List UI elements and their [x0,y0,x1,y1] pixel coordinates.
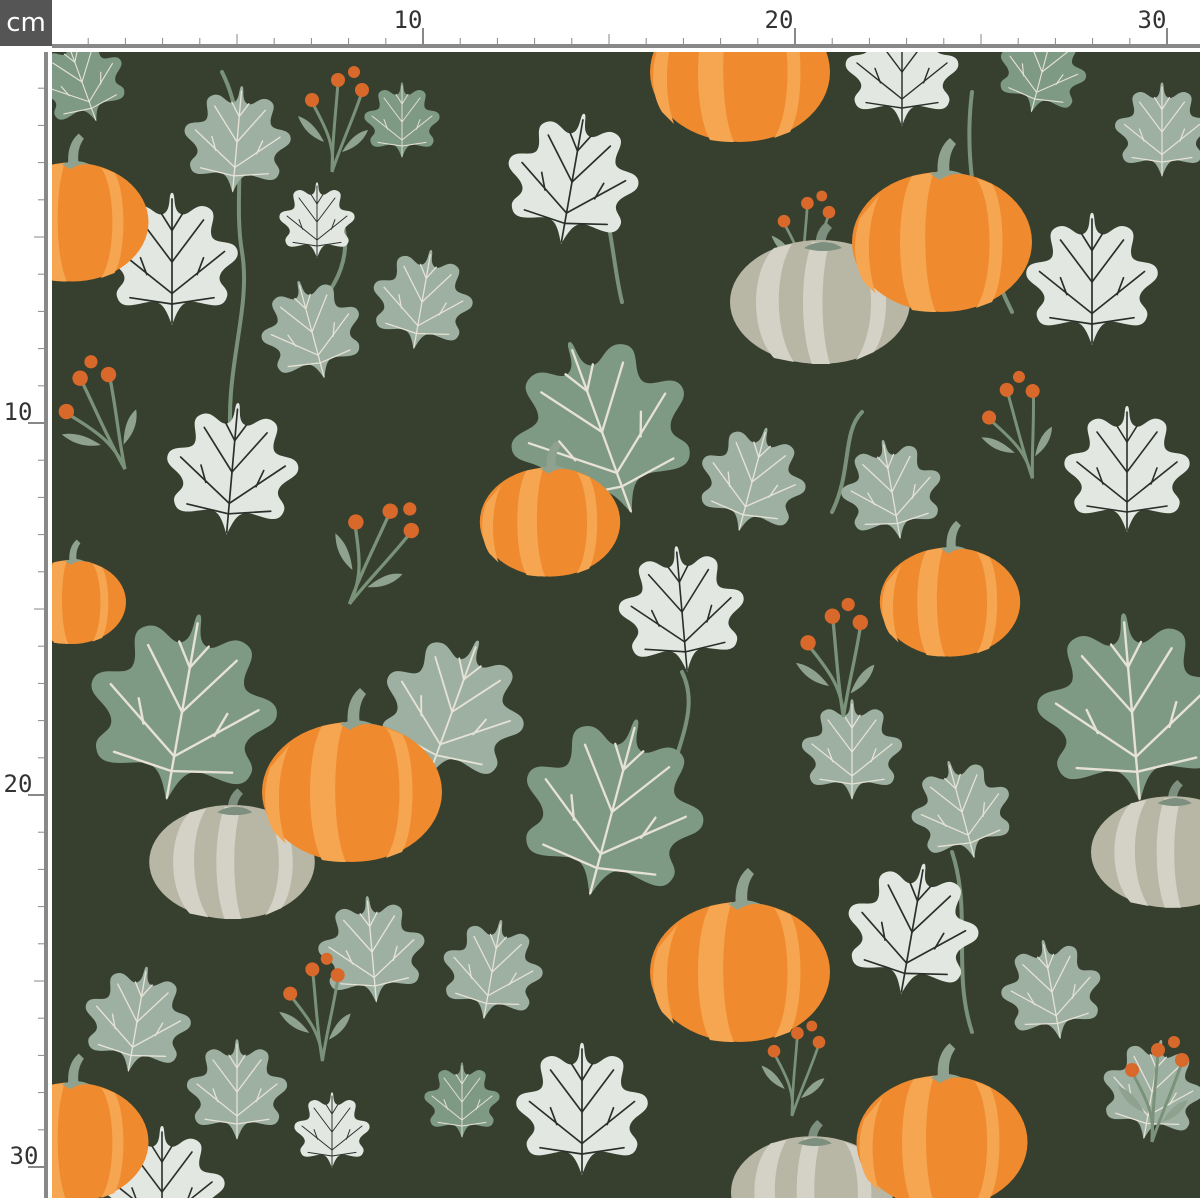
ruler-top-label-20: 20 [765,6,794,34]
ruler-left-label-30: 30 [10,1142,39,1170]
ruler-top: 10 20 30 [52,0,1200,52]
ruler-top-label-10: 10 [394,6,423,34]
unit-badge: cm [0,0,52,46]
ruler-left-label-10: 10 [4,398,33,426]
fabric-swatch [52,52,1200,1198]
ruler-left-label-20: 20 [4,770,33,798]
fabric-preview: cm 10 20 30 10 20 30 [0,0,1200,1198]
ruler-top-label-30: 30 [1138,6,1167,34]
ruler-left: 10 20 30 [0,52,52,1198]
